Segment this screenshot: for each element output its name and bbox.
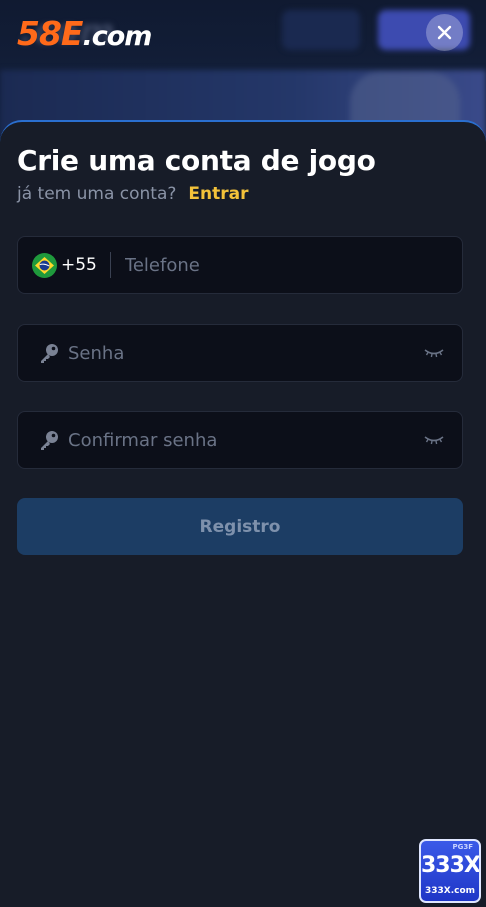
phone-field[interactable]: +55 xyxy=(17,236,463,294)
confirm-password-field[interactable] xyxy=(17,411,463,469)
login-prompt: já tem uma conta? Entrar xyxy=(17,184,249,204)
watermark-main-text: 333X xyxy=(421,853,480,878)
login-link[interactable]: Entrar xyxy=(188,184,248,204)
eye-closed-icon[interactable] xyxy=(424,434,444,446)
phone-divider xyxy=(109,252,111,278)
watermark-sub-text: 333X.com xyxy=(424,886,476,896)
phone-input[interactable] xyxy=(124,237,462,293)
logo-main-text: 58E xyxy=(17,14,83,53)
close-icon xyxy=(437,25,452,40)
confirm-password-input[interactable] xyxy=(68,412,424,468)
watermark-badge: PG3F 333X 333X.com xyxy=(419,839,481,903)
close-button[interactable] xyxy=(426,14,463,51)
background-login-button xyxy=(282,10,360,50)
site-logo: 58E .com xyxy=(17,14,152,54)
watermark-top-text: PG3F xyxy=(452,843,473,851)
brazil-flag-icon xyxy=(32,252,57,278)
key-icon xyxy=(41,431,58,450)
country-code[interactable]: +55 xyxy=(61,255,97,275)
have-account-text: já tem uma conta? xyxy=(17,184,177,204)
register-button[interactable]: Registro xyxy=(17,498,463,555)
logo-domain-text: .com xyxy=(82,21,152,52)
password-field[interactable] xyxy=(17,324,463,382)
register-sheet: Crie uma conta de jogo já tem uma conta?… xyxy=(0,120,486,907)
eye-closed-icon[interactable] xyxy=(424,347,444,359)
password-input[interactable] xyxy=(68,325,424,381)
key-icon xyxy=(41,344,58,363)
page-title: Crie uma conta de jogo xyxy=(17,144,376,177)
